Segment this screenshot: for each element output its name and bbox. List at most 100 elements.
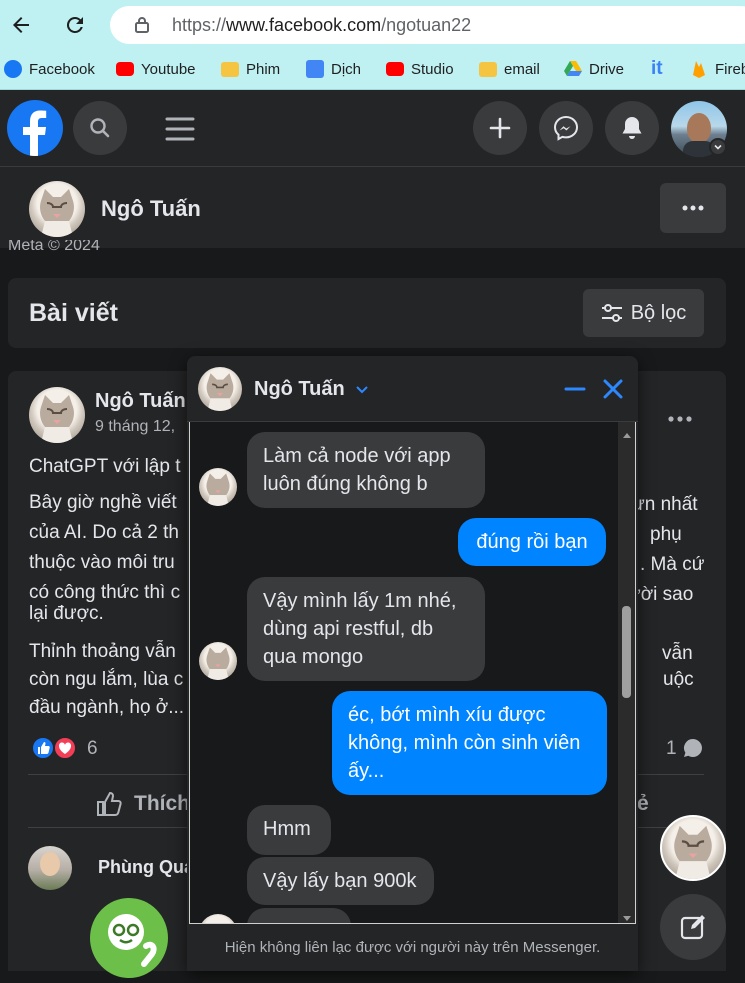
profile-name: Ngô Tuấn <box>101 196 201 221</box>
bell-icon <box>622 117 642 139</box>
bookmark-facebook[interactable]: Facebook <box>4 58 95 80</box>
like-button-label[interactable]: Thích <box>134 792 190 816</box>
chat-header: Ngô Tuấn <box>187 356 638 422</box>
folder-icon <box>221 61 239 77</box>
chat-window: Ngô Tuấn Làm cả node với app luôn đúng k… <box>187 356 638 971</box>
message-bubble-received[interactable]: Vậy mình lấy 1m nhé, dùng api restful, d… <box>247 577 485 681</box>
sticker-image <box>90 898 168 978</box>
message-bubble-received[interactable]: Hmm <box>247 805 331 855</box>
browser-toolbar: https://www.facebook.com/ngotuan22 <box>0 0 745 50</box>
url-path: /ngotuan22 <box>381 15 472 35</box>
message-bubble-received[interactable]: Vậy lấy bạn 900k <box>247 857 434 905</box>
post-date[interactable]: 9 tháng 12, <box>95 418 175 436</box>
post-text-line: thuộc vào môi tru <box>29 552 175 573</box>
scroll-down-icon[interactable] <box>622 910 632 923</box>
like-thumb-icon[interactable] <box>94 789 124 824</box>
reactions-count[interactable]: 6 <box>87 738 98 760</box>
message-text: Vậy mình lấy 1m nhé, <box>263 590 457 612</box>
post-more-icon[interactable] <box>668 409 692 427</box>
commenter-name[interactable]: Phùng Qua <box>98 857 194 878</box>
post-author-name[interactable]: Ngô Tuấn <box>95 390 186 413</box>
translate-icon <box>306 60 324 78</box>
message-text: Làm cả node với app <box>263 445 451 467</box>
bookmark-studio[interactable]: Studio <box>386 58 454 80</box>
chat-avatar[interactable] <box>198 367 242 411</box>
youtube-icon <box>386 62 404 76</box>
chat-head-bubble[interactable] <box>660 815 726 881</box>
commenter-face <box>40 852 60 876</box>
firebase-icon <box>690 60 708 78</box>
message-text: Hmm <box>263 818 311 840</box>
posts-section-header: Bài viết Bộ lọc <box>8 278 726 348</box>
chat-messages: Làm cả node với app luôn đúng không b đú… <box>189 422 636 924</box>
account-chevron-down-icon[interactable] <box>709 138 727 156</box>
url-scheme: https:// <box>172 15 227 35</box>
filter-button[interactable]: Bộ lọc <box>583 289 704 337</box>
post-text-line-right: phụ <box>650 524 682 545</box>
message-bubble-sent[interactable]: đúng rồi bạn <box>458 518 606 566</box>
new-message-button[interactable] <box>660 894 726 960</box>
bookmark-it[interactable]: it <box>651 58 663 80</box>
bookmark-label: email <box>504 60 540 78</box>
bookmarks-bar: Facebook Youtube Phim Dịch Studio email … <box>0 50 745 90</box>
post-text-line: còn ngu lắm, lùa c <box>29 669 184 690</box>
bookmark-youtube[interactable]: Youtube <box>116 58 196 80</box>
facebook-header <box>0 90 745 167</box>
menu-icon[interactable] <box>163 112 197 151</box>
bookmark-drive[interactable]: Drive <box>564 58 624 80</box>
search-button[interactable] <box>73 101 127 155</box>
reload-icon[interactable] <box>58 8 92 42</box>
profile-header: Ngô Tuấn <box>0 167 745 248</box>
bookmark-email[interactable]: email <box>479 58 540 80</box>
chevron-down-icon[interactable] <box>355 382 369 401</box>
cat-avatar-image <box>206 473 230 506</box>
post-author-avatar[interactable] <box>29 387 85 443</box>
bookmark-label: Drive <box>589 60 625 78</box>
more-dots-icon <box>682 205 704 211</box>
message-bubble-received[interactable]: Làm cả node với app luôn đúng không b <box>247 432 485 508</box>
comments-count[interactable]: 1 <box>666 738 677 760</box>
scroll-thumb[interactable] <box>622 606 631 698</box>
create-button[interactable] <box>473 101 527 155</box>
post-text-line-right: ựn nhất <box>632 494 698 515</box>
chat-unavailable-notice: Hiện không liên lạc được với người này t… <box>187 924 638 971</box>
message-text: luôn đúng không b <box>263 473 428 495</box>
post-text-line: ChatGPT với lập t <box>29 456 181 477</box>
commenter-avatar[interactable] <box>28 846 72 890</box>
bookmark-dich[interactable]: Dịch <box>306 58 361 80</box>
bookmark-firebase[interactable]: Fireb <box>690 58 745 80</box>
youtube-icon <box>116 62 134 76</box>
notifications-button[interactable] <box>605 101 659 155</box>
message-text: không, mình còn sinh viên <box>348 732 581 754</box>
message-text: qua mongo <box>263 646 364 668</box>
cat-avatar-image <box>40 395 74 443</box>
bookmark-label: Dịch <box>331 60 362 78</box>
like-reaction-icon[interactable] <box>31 736 55 760</box>
post-text-line[interactable]: đầu ngành, họ ở... <box>29 697 184 719</box>
site-info-icon[interactable] <box>132 15 152 40</box>
message-text: ấy... <box>348 760 385 782</box>
messenger-button[interactable] <box>539 101 593 155</box>
post-text-line: có công thức thì c <box>29 582 181 603</box>
scroll-up-icon[interactable] <box>622 426 632 444</box>
profile-avatar[interactable] <box>29 181 85 237</box>
post-text-line: Bây giờ nghề viết <box>29 492 177 513</box>
facebook-logo-icon[interactable] <box>7 100 63 156</box>
back-arrow-icon[interactable] <box>4 8 38 42</box>
close-icon[interactable] <box>601 377 625 406</box>
message-bubble-sent[interactable]: éc, bớt mình xíu được không, mình còn si… <box>332 691 607 795</box>
share-button-label[interactable]: ẻ <box>637 792 649 816</box>
bookmark-label: Fireb <box>715 60 745 78</box>
plus-icon <box>489 117 511 139</box>
love-reaction-icon[interactable] <box>53 736 77 760</box>
message-bubble-received[interactable] <box>247 908 351 923</box>
bookmark-phim[interactable]: Phim <box>221 58 280 80</box>
search-icon <box>90 118 110 138</box>
chat-contact-name[interactable]: Ngô Tuấn <box>254 378 345 401</box>
comment-bubble-icon <box>682 737 704 764</box>
address-bar[interactable]: https://www.facebook.com/ngotuan22 <box>110 6 745 44</box>
filter-label: Bộ lọc <box>630 301 687 324</box>
minimize-icon[interactable] <box>563 377 587 406</box>
profile-more-button[interactable] <box>660 183 726 233</box>
chat-scrollbar[interactable] <box>618 422 635 923</box>
